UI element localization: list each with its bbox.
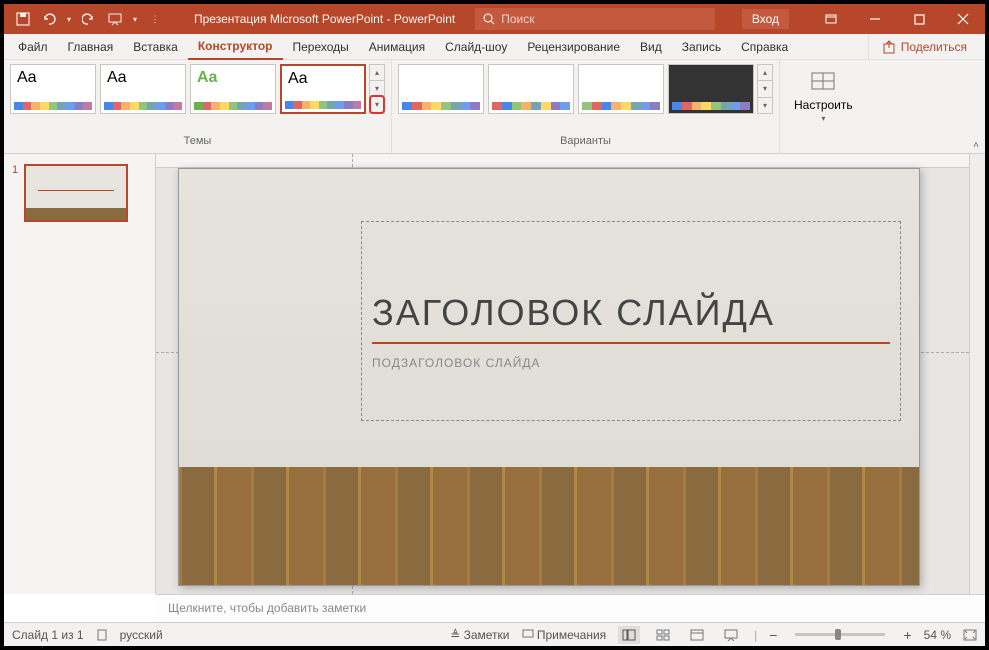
view-normal-icon[interactable] bbox=[618, 626, 640, 644]
tab-slideshow[interactable]: Слайд-шоу bbox=[435, 34, 517, 60]
share-label: Поделиться bbox=[901, 40, 967, 54]
zoom-level[interactable]: 54 % bbox=[924, 628, 951, 642]
language-indicator[interactable]: русский bbox=[120, 628, 163, 642]
fit-to-window-icon[interactable] bbox=[963, 629, 977, 641]
title-divider bbox=[372, 342, 890, 344]
qat-more-icon[interactable]: ▾ bbox=[130, 8, 140, 30]
tab-review[interactable]: Рецензирование bbox=[517, 34, 630, 60]
tab-animation[interactable]: Анимация bbox=[359, 34, 435, 60]
comments-toggle[interactable]: Примечания bbox=[522, 628, 607, 642]
slide-title-text[interactable]: ЗАГОЛОВОК СЛАЙДА bbox=[362, 222, 900, 338]
window-title: Презентация Microsoft PowerPoint - Power… bbox=[194, 12, 455, 26]
themes-gallery-spinner[interactable]: ▴▾▾ bbox=[369, 64, 385, 114]
variants-gallery-spinner[interactable]: ▴▾▾ bbox=[757, 64, 773, 114]
scroll-up-icon[interactable]: ▴ bbox=[370, 65, 384, 81]
slide-counter[interactable]: Слайд 1 из 1 bbox=[12, 628, 84, 642]
zoom-out-icon[interactable]: − bbox=[769, 627, 777, 643]
workspace: 1 ЗАГОЛОВОК СЛАЙДА ПОДЗАГОЛОВОК СЛАЙДА bbox=[4, 154, 985, 594]
minimize-icon[interactable] bbox=[853, 4, 897, 34]
qat-customize-icon[interactable]: ⋮ bbox=[144, 8, 166, 30]
save-icon[interactable] bbox=[12, 8, 34, 30]
title-placeholder[interactable]: ЗАГОЛОВОК СЛАЙДА ПОДЗАГОЛОВОК СЛАЙДА bbox=[361, 221, 901, 421]
ribbon-tabs: Файл Главная Вставка Конструктор Переход… bbox=[4, 34, 985, 60]
variant-item[interactable] bbox=[578, 64, 664, 114]
ribbon-content: Aa Aa Aa Aa ▴▾▾ Темы ▴▾▾ Варианты Настро… bbox=[4, 60, 985, 154]
view-sorter-icon[interactable] bbox=[652, 626, 674, 644]
slide-thumbnail[interactable] bbox=[24, 164, 128, 222]
customize-label: Настроить bbox=[794, 98, 853, 112]
ruler-horizontal bbox=[156, 154, 969, 168]
customize-group: Настроить ▾ bbox=[780, 60, 867, 153]
slide-canvas[interactable]: ЗАГОЛОВОК СЛАЙДА ПОДЗАГОЛОВОК СЛАЙДА bbox=[178, 168, 920, 586]
undo-more-icon[interactable]: ▾ bbox=[64, 8, 74, 30]
theme-item-selected[interactable]: Aa bbox=[280, 64, 366, 114]
maximize-icon[interactable] bbox=[897, 4, 941, 34]
variants-group-label: Варианты bbox=[560, 135, 611, 149]
login-button[interactable]: Вход bbox=[742, 9, 789, 29]
collapse-ribbon-icon[interactable]: ˄ bbox=[973, 140, 979, 151]
slide-editor[interactable]: ЗАГОЛОВОК СЛАЙДА ПОДЗАГОЛОВОК СЛАЙДА bbox=[156, 154, 969, 594]
variant-item[interactable] bbox=[668, 64, 754, 114]
ribbon-display-icon[interactable] bbox=[809, 4, 853, 34]
titlebar: ▾ ▾ ⋮ Презентация Microsoft PowerPoint -… bbox=[4, 4, 985, 34]
share-button[interactable]: Поделиться bbox=[868, 34, 981, 59]
close-icon[interactable] bbox=[941, 4, 985, 34]
scroll-up-icon[interactable]: ▴ bbox=[758, 65, 772, 81]
redo-icon[interactable] bbox=[78, 8, 100, 30]
view-slideshow-icon[interactable] bbox=[720, 626, 742, 644]
tab-home[interactable]: Главная bbox=[58, 34, 124, 60]
undo-icon[interactable] bbox=[38, 8, 60, 30]
theme-item[interactable]: Aa bbox=[100, 64, 186, 114]
scroll-down-icon[interactable]: ▾ bbox=[758, 81, 772, 97]
slide-subtitle-text[interactable]: ПОДЗАГОЛОВОК СЛАЙДА bbox=[362, 348, 900, 378]
tab-record[interactable]: Запись bbox=[672, 34, 731, 60]
statusbar: Слайд 1 из 1 русский ≜ Заметки Примечани… bbox=[4, 622, 985, 646]
tab-transitions[interactable]: Переходы bbox=[283, 34, 359, 60]
accessibility-icon[interactable] bbox=[96, 629, 108, 641]
theme-item[interactable]: Aa bbox=[190, 64, 276, 114]
tab-view[interactable]: Вид bbox=[630, 34, 672, 60]
notes-pane[interactable]: Щелкните, чтобы добавить заметки bbox=[156, 594, 985, 622]
themes-group-label: Темы bbox=[184, 135, 212, 149]
zoom-in-icon[interactable]: + bbox=[903, 627, 911, 643]
tab-help[interactable]: Справка bbox=[731, 34, 798, 60]
notes-toggle[interactable]: ≜ Заметки bbox=[450, 628, 509, 642]
expand-gallery-icon[interactable]: ▾ bbox=[758, 98, 772, 113]
theme-item[interactable]: Aa bbox=[10, 64, 96, 114]
titlebar-controls: Вход bbox=[742, 4, 985, 34]
view-reading-icon[interactable] bbox=[686, 626, 708, 644]
share-icon bbox=[883, 40, 897, 54]
scrollbar-vertical[interactable] bbox=[969, 154, 985, 594]
chevron-down-icon: ▾ bbox=[821, 114, 825, 123]
themes-group: Aa Aa Aa Aa ▴▾▾ Темы bbox=[4, 60, 392, 153]
customize-icon bbox=[809, 68, 837, 96]
expand-gallery-icon[interactable]: ▾ bbox=[369, 95, 385, 114]
search-box[interactable] bbox=[475, 8, 715, 30]
tab-file[interactable]: Файл bbox=[8, 34, 58, 60]
variant-item[interactable] bbox=[488, 64, 574, 114]
slide-thumbnails-panel: 1 bbox=[4, 154, 156, 594]
customize-button[interactable]: Настроить ▾ bbox=[786, 64, 861, 127]
variant-item[interactable] bbox=[398, 64, 484, 114]
scroll-down-icon[interactable]: ▾ bbox=[370, 81, 384, 97]
search-icon bbox=[483, 13, 495, 25]
variants-group: ▴▾▾ Варианты bbox=[392, 60, 780, 153]
tab-insert[interactable]: Вставка bbox=[123, 34, 188, 60]
quick-access-toolbar: ▾ ▾ ⋮ bbox=[4, 8, 174, 30]
start-slideshow-icon[interactable] bbox=[104, 8, 126, 30]
slide-number: 1 bbox=[12, 164, 18, 584]
zoom-slider[interactable] bbox=[795, 633, 885, 636]
wood-floor-graphic bbox=[179, 467, 919, 585]
tab-design[interactable]: Конструктор bbox=[188, 34, 283, 60]
search-input[interactable] bbox=[501, 12, 707, 26]
